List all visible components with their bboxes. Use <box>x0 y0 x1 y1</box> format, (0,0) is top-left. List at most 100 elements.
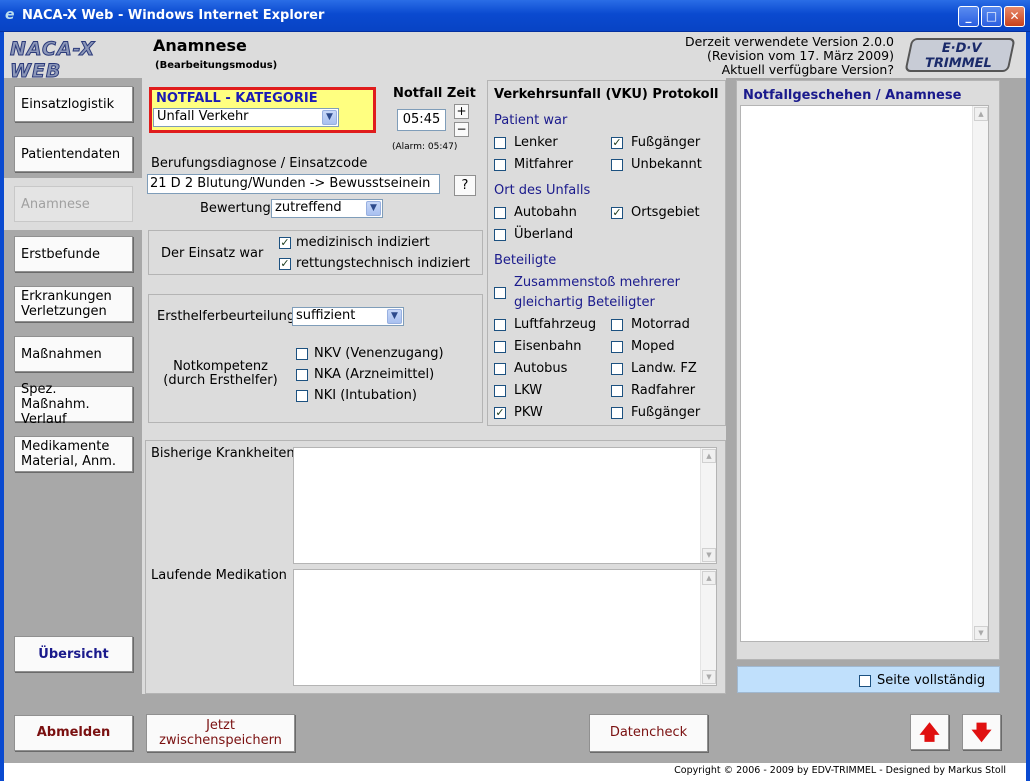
berufungsdiagnose-input[interactable]: 21 D 2 Blutung/Wunden -> Bewusstseinein <box>147 174 440 194</box>
window-titlebar[interactable]: e NACA-X Web - Windows Internet Explorer… <box>0 0 1030 32</box>
ortsgebiet-checkbox[interactable]: ✓ <box>611 207 623 219</box>
sidebar-item-label: Einsatzlogistik <box>21 96 115 112</box>
radfahrer-label: Radfahrer <box>631 383 696 398</box>
beteiligte-fussgaenger-label: Fußgänger <box>631 405 701 420</box>
save-button[interactable]: Jetzt zwischenspeichern <box>146 714 295 752</box>
eisenbahn-checkbox[interactable] <box>494 341 506 353</box>
time-increment-button[interactable]: + <box>454 104 469 119</box>
version-available-link[interactable]: Aktuell verfügbare Version? <box>600 63 894 77</box>
overview-label: Übersicht <box>38 646 109 662</box>
notfallgeschehen-scrollbar[interactable]: ▲ ▼ <box>972 106 988 641</box>
nkv-checkbox[interactable] <box>296 348 308 360</box>
unbekannt-label: Unbekannt <box>631 157 702 172</box>
berufungsdiagnose-label: Berufungsdiagnose / Einsatzcode <box>151 156 368 171</box>
vku-title: Verkehrsunfall (VKU) Protokoll <box>494 87 719 102</box>
window-title: NACA-X Web - Windows Internet Explorer <box>22 8 325 23</box>
sidebar-item-label: Medikamente Material, Anm. <box>21 439 117 469</box>
seite-vollstaendig-label: Seite vollständig <box>877 673 986 688</box>
maximize-button[interactable]: □ <box>981 6 1002 27</box>
sidebar-item-erkrankungen[interactable]: Erkrankungen Verletzungen <box>14 286 133 322</box>
notfall-time-label: Notfall Zeit <box>393 86 476 101</box>
scroll-down-icon[interactable]: ▼ <box>974 626 988 640</box>
lenker-checkbox[interactable] <box>494 137 506 149</box>
pkw-label: PKW <box>514 405 543 420</box>
ie-icon: e <box>5 7 15 23</box>
sidebar-item-einsatzlogistik[interactable]: Einsatzlogistik <box>14 86 133 122</box>
rettungstechnisch-checkbox[interactable]: ✓ <box>279 258 291 270</box>
autobus-checkbox[interactable] <box>494 363 506 375</box>
autobahn-label: Autobahn <box>514 205 577 220</box>
notkompetenz-title: Notkompetenz <box>173 359 268 374</box>
scroll-up-icon[interactable]: ▲ <box>702 571 716 585</box>
page-subtitle: (Bearbeitungsmodus) <box>155 60 278 71</box>
notfall-category-select[interactable]: Unfall Verkehr ▼ <box>153 108 339 127</box>
autobahn-checkbox[interactable] <box>494 207 506 219</box>
pkw-checkbox[interactable]: ✓ <box>494 407 506 419</box>
luftfahrzeug-checkbox[interactable] <box>494 319 506 331</box>
close-button[interactable]: ✕ <box>1004 6 1025 27</box>
sidebar-item-anamnese[interactable]: Anamnese <box>14 186 133 222</box>
moped-checkbox[interactable] <box>611 341 623 353</box>
nki-checkbox[interactable] <box>296 390 308 402</box>
chevron-down-icon[interactable]: ▼ <box>322 110 337 125</box>
chevron-down-icon[interactable]: ▼ <box>387 309 402 324</box>
eisenbahn-label: Eisenbahn <box>514 339 582 354</box>
patient-section-label: Patient war <box>494 113 568 128</box>
beteiligte-fussgaenger-checkbox[interactable] <box>611 407 623 419</box>
edv-trimmel-logo: E·D·V TRIMMEL <box>904 38 1016 72</box>
sidebar-item-patientendaten[interactable]: Patientendaten <box>14 136 133 172</box>
zusammenstoss-checkbox[interactable] <box>494 287 506 299</box>
patient-fussgaenger-checkbox[interactable]: ✓ <box>611 137 623 149</box>
landw-fz-label: Landw. FZ <box>631 361 697 376</box>
sidebar-item-spez-massnahmen[interactable]: Spez. Maßnahm. Verlauf <box>14 382 133 427</box>
logout-button[interactable]: Abmelden <box>14 715 133 751</box>
lkw-label: LKW <box>514 383 543 398</box>
notfallgeschehen-textarea[interactable]: ▲ ▼ <box>740 105 989 642</box>
chevron-down-icon[interactable]: ▼ <box>366 201 381 216</box>
medizinisch-checkbox[interactable]: ✓ <box>279 237 291 249</box>
motorrad-checkbox[interactable] <box>611 319 623 331</box>
landw-fz-checkbox[interactable] <box>611 363 623 375</box>
edv-logo-bottom: TRIMMEL <box>923 56 994 71</box>
ortsgebiet-label: Ortsgebiet <box>631 205 700 220</box>
einsatz-label: Der Einsatz war <box>161 246 264 261</box>
sidebar-item-medikamente[interactable]: Medikamente Material, Anm. <box>14 436 133 472</box>
seite-vollstaendig-checkbox[interactable] <box>859 675 871 687</box>
sidebar-item-erstbefunde[interactable]: Erstbefunde <box>14 236 133 272</box>
edv-logo-top: E·D·V <box>939 41 983 56</box>
krankheiten-scrollbar[interactable]: ▲ ▼ <box>700 448 716 563</box>
zusammenstoss-label-1: Zusammenstoß mehrerer <box>514 275 680 290</box>
sidebar-item-massnahmen[interactable]: Maßnahmen <box>14 336 133 372</box>
scroll-down-icon[interactable]: ▼ <box>702 670 716 684</box>
medikation-scrollbar[interactable]: ▲ ▼ <box>700 570 716 685</box>
radfahrer-checkbox[interactable] <box>611 385 623 397</box>
medikation-textarea[interactable]: ▲ ▼ <box>293 569 717 686</box>
time-decrement-button[interactable]: − <box>454 122 469 137</box>
mitfahrer-checkbox[interactable] <box>494 159 506 171</box>
bewertung-select[interactable]: zutreffend ▼ <box>271 199 383 218</box>
arrow-down-icon[interactable]: 🡇 <box>962 714 1001 750</box>
nka-checkbox[interactable] <box>296 369 308 381</box>
overview-button[interactable]: Übersicht <box>14 636 133 672</box>
scroll-up-icon[interactable]: ▲ <box>702 449 716 463</box>
notfall-category-label: NOTFALL - KATEGORIE <box>156 91 318 106</box>
sidebar-item-label: Anamnese <box>21 196 90 212</box>
scroll-down-icon[interactable]: ▼ <box>702 548 716 562</box>
page-title: Anamnese <box>153 36 247 55</box>
diagnose-help-button[interactable]: ? <box>454 175 476 196</box>
arrow-up-icon[interactable]: 🡅 <box>910 714 949 750</box>
datencheck-button[interactable]: Datencheck <box>589 714 708 752</box>
ersthelfer-label: Ersthelferbeurteilung <box>157 309 296 324</box>
ersthelfer-select[interactable]: suffizient ▼ <box>292 307 404 326</box>
ueberland-checkbox[interactable] <box>494 229 506 241</box>
medikation-label: Laufende Medikation <box>151 568 287 583</box>
krankheiten-label: Bisherige Krankheiten <box>151 446 295 461</box>
krankheiten-textarea[interactable]: ▲ ▼ <box>293 447 717 564</box>
bewertung-label: Bewertung <box>200 201 271 216</box>
scroll-up-icon[interactable]: ▲ <box>974 107 988 121</box>
minimize-button[interactable]: _ <box>958 6 979 27</box>
lkw-checkbox[interactable] <box>494 385 506 397</box>
notfall-time-input[interactable]: 05:45 <box>397 109 446 131</box>
bewertung-value: zutreffend <box>275 200 342 215</box>
unbekannt-checkbox[interactable] <box>611 159 623 171</box>
